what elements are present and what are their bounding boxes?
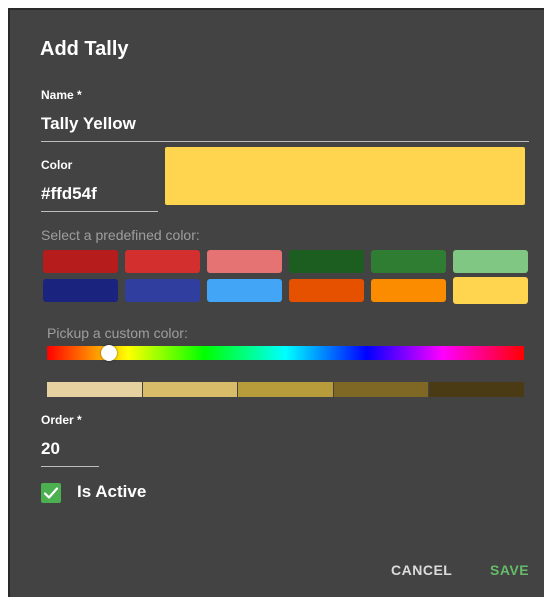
custom-color-label: Pickup a custom color: xyxy=(47,325,188,341)
color-preview xyxy=(165,147,525,205)
cancel-button[interactable]: CANCEL xyxy=(391,562,452,578)
dialog-title: Add Tally xyxy=(40,38,129,60)
checkmark-icon xyxy=(43,487,59,499)
shade-swatch[interactable] xyxy=(429,382,524,397)
hue-slider-handle[interactable] xyxy=(101,345,117,361)
color-underline xyxy=(41,211,158,212)
order-underline xyxy=(41,466,99,467)
name-input[interactable]: Tally Yellow xyxy=(41,114,136,134)
shade-palette xyxy=(47,382,524,397)
color-swatch[interactable] xyxy=(43,279,118,302)
color-swatch[interactable] xyxy=(207,250,282,273)
color-swatch[interactable] xyxy=(453,277,528,304)
predefined-color-label: Select a predefined color: xyxy=(41,227,200,243)
color-swatch[interactable] xyxy=(43,250,118,273)
order-input[interactable]: 20 xyxy=(41,439,60,459)
color-swatch[interactable] xyxy=(371,250,446,273)
color-swatch[interactable] xyxy=(289,250,364,273)
shade-swatch[interactable] xyxy=(238,382,334,397)
color-swatch[interactable] xyxy=(125,279,200,302)
color-hex-input[interactable]: #ffd54f xyxy=(41,184,97,204)
color-swatch[interactable] xyxy=(289,279,364,302)
is-active-label[interactable]: Is Active xyxy=(77,482,146,502)
color-label: Color xyxy=(41,158,73,172)
add-tally-dialog: Add Tally Name * Tally Yellow Color #ffd… xyxy=(8,8,544,597)
save-button[interactable]: SAVE xyxy=(490,562,529,578)
shade-swatch[interactable] xyxy=(142,382,239,397)
color-swatch[interactable] xyxy=(453,250,528,273)
is-active-checkbox[interactable] xyxy=(41,483,61,503)
shade-swatch[interactable] xyxy=(333,382,430,397)
shade-swatch[interactable] xyxy=(47,382,143,397)
color-swatch[interactable] xyxy=(371,279,446,302)
predefined-color-grid xyxy=(43,250,529,304)
color-swatch[interactable] xyxy=(207,279,282,302)
name-underline xyxy=(41,141,529,142)
color-swatch[interactable] xyxy=(125,250,200,273)
hue-slider[interactable] xyxy=(47,346,524,360)
order-label: Order * xyxy=(41,413,82,427)
name-label: Name * xyxy=(41,88,82,102)
